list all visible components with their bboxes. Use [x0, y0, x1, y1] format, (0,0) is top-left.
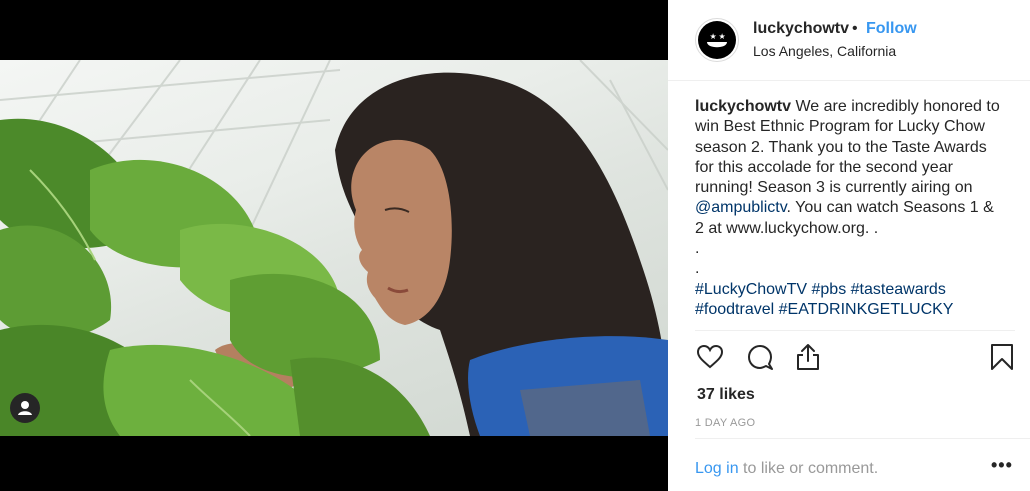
- caption-username[interactable]: luckychowtv: [695, 98, 791, 115]
- login-link[interactable]: Log in: [695, 460, 739, 477]
- photo-illustration: [0, 60, 668, 436]
- comment-icon[interactable]: [745, 342, 775, 372]
- comment-prompt: Log in to like or comment.: [695, 460, 878, 478]
- post-media[interactable]: [0, 0, 668, 491]
- post-caption: luckychowtv We are incredibly honored to…: [695, 97, 1000, 320]
- divider: [695, 330, 1015, 331]
- post-sidebar: ★ ★ luckychowtv • Follow Los Angeles, Ca…: [668, 0, 1030, 491]
- user-icon[interactable]: [10, 393, 40, 423]
- post-header: ★ ★ luckychowtv • Follow Los Angeles, Ca…: [668, 0, 1030, 81]
- heart-icon[interactable]: [695, 342, 725, 372]
- post-photo[interactable]: [0, 60, 668, 436]
- comment-prompt-text: to like or comment.: [738, 460, 879, 477]
- caption-dot: .: [695, 260, 700, 278]
- bookmark-icon[interactable]: [987, 342, 1017, 372]
- svg-text:★: ★: [719, 32, 726, 41]
- divider: [695, 438, 1030, 439]
- avatar[interactable]: ★ ★: [695, 18, 739, 62]
- location-link[interactable]: Los Angeles, California: [753, 43, 896, 59]
- hashtag-link[interactable]: #tasteawards: [851, 281, 946, 298]
- hashtag-link[interactable]: #foodtravel: [695, 301, 774, 318]
- hashtag-link[interactable]: #pbs: [812, 281, 847, 298]
- share-icon[interactable]: [793, 342, 823, 372]
- separator-dot: •: [852, 20, 858, 37]
- hashtag-link[interactable]: #LuckyChowTV: [695, 281, 807, 298]
- header-username[interactable]: luckychowtv: [753, 20, 849, 38]
- caption-dot: .: [695, 240, 700, 258]
- follow-button[interactable]: Follow: [866, 20, 917, 38]
- mention-link[interactable]: @ampublictv: [695, 199, 787, 216]
- more-options-icon[interactable]: •••: [991, 455, 1013, 476]
- action-bar: [695, 342, 1017, 374]
- svg-text:★: ★: [710, 32, 717, 41]
- hashtag-link[interactable]: #EATDRINKGETLUCKY: [779, 301, 954, 318]
- likes-count[interactable]: 37 likes: [697, 386, 755, 404]
- post-timestamp[interactable]: 1 DAY AGO: [695, 417, 755, 429]
